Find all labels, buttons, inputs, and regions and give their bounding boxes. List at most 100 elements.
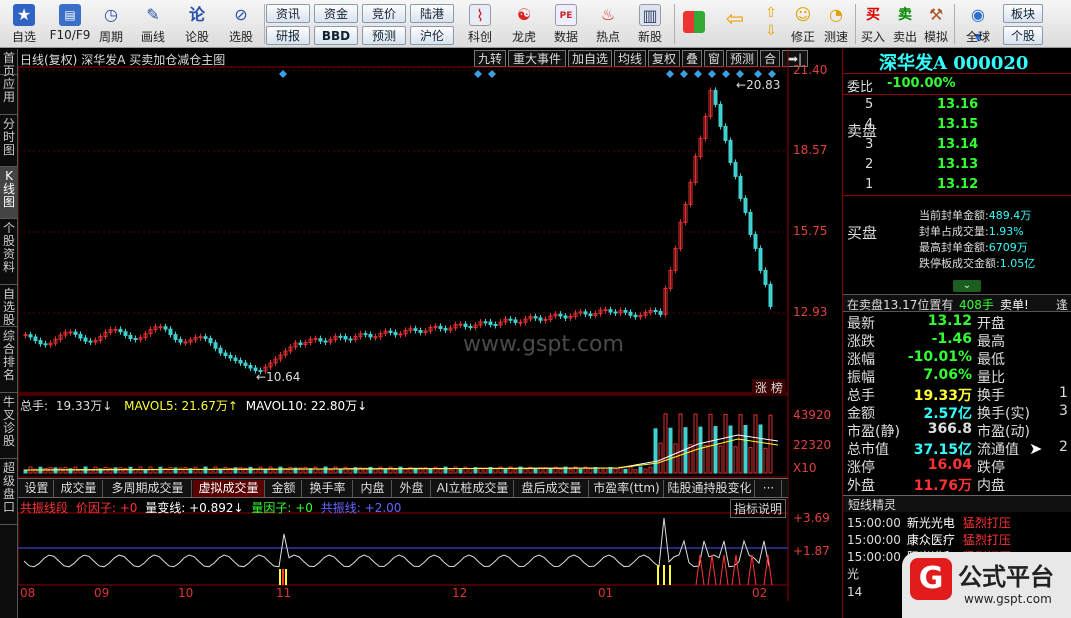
funds-button[interactable]: 资金: [314, 4, 358, 23]
indicator-tab-3[interactable]: 虚拟成交量: [193, 480, 265, 497]
f10-button[interactable]: ▤ F10/F9: [48, 3, 92, 45]
left-tab-1[interactable]: 应用: [0, 75, 18, 115]
signal-spike: [719, 554, 729, 586]
indicator-tab-bar: 设置 成交量 多周期成交量 虚拟成交量 金额 换手率 内盘 外盘 AI立桩成交量 盘后成交量 市盈率…: [18, 478, 788, 498]
discuss-button[interactable]: 论 论股: [178, 3, 216, 45]
left-tab-7[interactable]: 牛叉诊股: [0, 393, 18, 459]
simulate-button[interactable]: ⚒ 模拟: [920, 3, 952, 45]
left-tab-5[interactable]: 自选股: [0, 285, 18, 327]
quote-value: 16.04: [927, 457, 972, 473]
dragon-tiger-button[interactable]: ☯ 龙虎: [504, 3, 544, 45]
volume-bar: [248, 466, 253, 474]
sell-button[interactable]: 卖 卖出: [890, 3, 920, 45]
candle-body: [743, 197, 748, 213]
kechuang-button[interactable]: ⌇ 科创: [460, 3, 500, 45]
candle-body: [563, 315, 568, 319]
candle-body: [508, 318, 513, 321]
candle-body: [633, 314, 638, 318]
left-tab-6[interactable]: 综合排名: [0, 327, 18, 393]
candle-body: [613, 311, 618, 314]
event-diamond-icon: [666, 70, 674, 78]
left-tab-3[interactable]: K线图: [0, 167, 18, 219]
fairy-event-row[interactable]: 15:00:00 康众医疗 猛烈打压: [847, 531, 1011, 548]
candle-body: [123, 331, 128, 336]
candle-body: [343, 335, 348, 340]
quote-row: 总手 19.33万 换手 1: [843, 385, 1071, 404]
candle-body: [488, 321, 493, 325]
indicator-tab-11[interactable]: 陆股通持股变化: [665, 480, 755, 497]
draw-line-button[interactable]: ✎ 画线: [134, 3, 172, 45]
fix-button[interactable]: ☺ 修正: [788, 3, 818, 45]
indicator-tab-1[interactable]: 成交量: [55, 480, 103, 497]
candle-body: [373, 336, 378, 339]
back-button[interactable]: ⇦: [716, 3, 754, 45]
discuss-icon: 论: [188, 5, 205, 24]
fairy-event-row[interactable]: 15:00:00 新光光电 猛烈打压: [847, 514, 1011, 531]
indicator-tab-9[interactable]: 盘后成交量: [515, 480, 589, 497]
price-axis-label: 12.93: [793, 305, 828, 319]
indicator-tab-10[interactable]: 市盈率(ttm): [590, 480, 664, 497]
candle-body: [728, 139, 733, 163]
buy-button[interactable]: 买 买入: [858, 3, 888, 45]
auction-button[interactable]: 竞价: [362, 4, 406, 23]
left-tab-2[interactable]: 分时图: [0, 115, 18, 167]
global-button[interactable]: ◉ ▾ 全球: [956, 3, 1000, 46]
limit-board-tag[interactable]: 涨 榜: [752, 379, 786, 396]
bbd-button[interactable]: BBD: [314, 26, 358, 45]
quote-key: 涨跌: [847, 334, 875, 350]
kline-chart-area[interactable]: 日线(复权) 深华发A 买卖加仓减仓主图 九转 重大事件 加自选 均线 复权叠窗预测合 ➡…: [18, 49, 842, 618]
hot-button[interactable]: ♨ 热点: [588, 3, 628, 45]
indicator-tab-5[interactable]: 换手率: [303, 480, 353, 497]
speed-test-button[interactable]: ◔ 测速: [820, 3, 852, 45]
sell-level-row[interactable]: 1 13.12: [843, 177, 1071, 195]
indicator-tab-6[interactable]: 内盘: [354, 480, 392, 497]
favorites-button[interactable]: ★ 自选: [2, 3, 46, 45]
candle-body: [168, 328, 173, 336]
sell-level-row[interactable]: 4 13.15: [843, 117, 1071, 135]
shanghai-london-button[interactable]: 沪伦: [410, 26, 454, 45]
low-price-annotation: ←10.64: [256, 370, 301, 384]
layout-grid-button[interactable]: [678, 3, 710, 45]
stock-pick-button[interactable]: ⊘ 选股: [220, 3, 262, 45]
indicator-tab-2[interactable]: 多周期成交量: [104, 480, 192, 497]
candle-body: [128, 334, 133, 339]
candle-body: [723, 125, 728, 141]
left-tab-8[interactable]: 超级盘口: [0, 459, 18, 525]
left-tab-4[interactable]: 个股资料: [0, 219, 18, 285]
candle-body: [338, 335, 343, 338]
page-up-down-button[interactable]: ⇧ ⇩: [756, 3, 786, 45]
period-button[interactable]: ◷ 周期: [92, 3, 130, 45]
hk-connect-button[interactable]: 陆港: [410, 4, 454, 23]
research-button[interactable]: 研报: [266, 26, 310, 45]
data-button[interactable]: PE 数据: [546, 3, 586, 45]
sell-level-row[interactable]: 5 13.16: [843, 97, 1071, 115]
indicator-tab-8[interactable]: AI立桩成交量: [432, 480, 514, 497]
signal-spike: [747, 554, 757, 586]
candle-body: [388, 330, 393, 333]
indicator-tab-4[interactable]: 金额: [266, 480, 302, 497]
indicator-tab-7[interactable]: 外盘: [393, 480, 431, 497]
quote-value: 19.33万: [913, 388, 972, 404]
candle-body: [33, 336, 38, 342]
volume-bar: [533, 467, 538, 474]
candle-body: [228, 355, 233, 359]
indicator-tab-0[interactable]: 设置: [20, 480, 54, 497]
sell-level-row[interactable]: 3 13.14: [843, 137, 1071, 155]
sell-level-row[interactable]: 2 13.13: [843, 157, 1071, 175]
sector-button[interactable]: 板块: [1003, 4, 1043, 23]
quote-key: 总市值: [847, 442, 889, 458]
volume-bar: [368, 466, 373, 474]
indicator-tab-12[interactable]: ···: [756, 480, 782, 497]
volume-bar: [763, 447, 768, 474]
left-tab-0[interactable]: 首页: [0, 49, 18, 78]
ipo-button[interactable]: ▥ 新股: [630, 3, 670, 45]
toolbar-separator: [264, 4, 265, 44]
single-stock-button[interactable]: 个股: [1003, 26, 1043, 45]
indicator-help-button[interactable]: 指标说明: [730, 499, 787, 518]
quote-key: 外盘: [847, 478, 875, 494]
collapse-chevron-icon[interactable]: ⌄: [953, 280, 981, 292]
forecast-button[interactable]: 预测: [362, 26, 406, 45]
volume-axis-label: 43920: [793, 408, 832, 422]
candle-body: [213, 342, 218, 349]
news-button[interactable]: 资讯: [266, 4, 310, 23]
